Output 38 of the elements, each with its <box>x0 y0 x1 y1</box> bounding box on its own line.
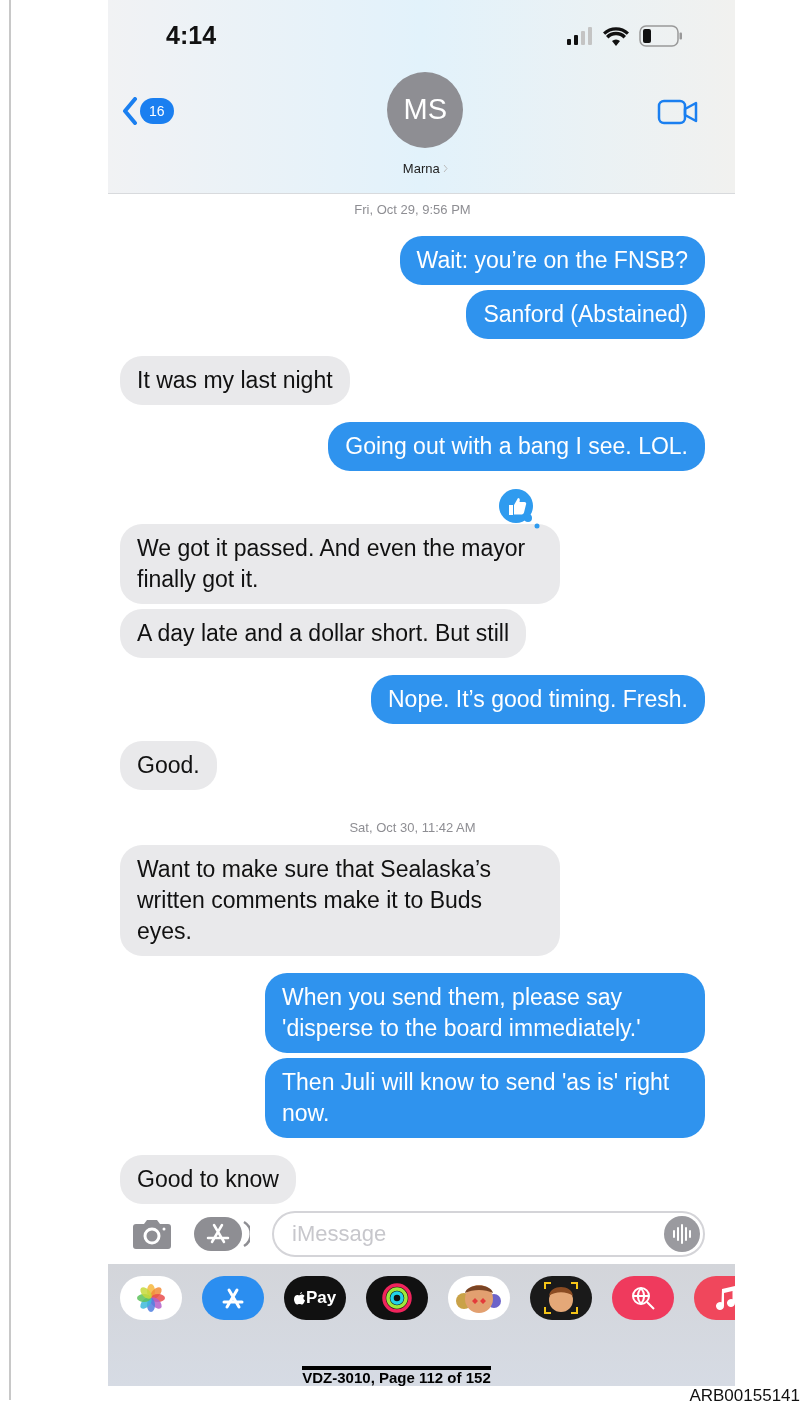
received-message-bubble: It was my last night <box>120 355 350 405</box>
sent-message-bubble: Going out with a bang I see. LOL. <box>328 421 705 471</box>
chevron-right-icon <box>442 164 448 174</box>
figure-camera-icon[interactable] <box>530 1276 592 1320</box>
activity-rings-icon[interactable] <box>366 1276 428 1320</box>
sent-message-bubble: Then Juli will know to send 'as is' right now. <box>265 1058 705 1138</box>
received-message-bubble: A day late and a dollar short. But still <box>120 608 527 658</box>
sticker-figure-icon[interactable] <box>448 1276 510 1320</box>
sent-message-bubble: Wait: you’re on the FNSB? <box>399 235 705 285</box>
received-message-bubble: Good. <box>120 740 217 790</box>
sent-message-bubble: Nope. It’s good timing. Fresh. <box>371 674 705 724</box>
sent-message-bubble: Sanford (Abstained) <box>466 289 705 339</box>
wifi-icon <box>603 26 629 46</box>
video-call-icon[interactable] <box>657 98 699 126</box>
received-message-bubble: We got it passed. And even the mayor finally got it. <box>120 523 560 604</box>
timestamp: Sat, Oct 30, 11:42 AM <box>349 818 476 837</box>
unread-count-badge: 16 <box>140 98 174 124</box>
contact-name[interactable]: Marna <box>402 159 448 179</box>
bates-number: ARB00155141 <box>689 1386 800 1406</box>
back-button[interactable]: 16 <box>122 97 174 125</box>
message-input-field[interactable]: iMessage <box>272 1211 705 1257</box>
globe-search-icon[interactable] <box>612 1276 674 1320</box>
app-store-icon[interactable] <box>202 1276 264 1320</box>
received-message-bubble: Good to know <box>120 1155 296 1204</box>
signal-icon <box>567 27 593 45</box>
photos-app-icon[interactable] <box>120 1276 182 1320</box>
received-message-bubble: Want to make sure that Sealaska’s written comments make it to Buds eyes. <box>120 845 560 956</box>
status-time: 4:14 <box>166 20 217 52</box>
camera-icon[interactable] <box>132 1218 172 1250</box>
app-store-icon[interactable] <box>194 1216 250 1252</box>
apple-pay-button[interactable]: Pay <box>284 1276 346 1320</box>
sent-message-bubble: When you send them, please say 'disperse to the board immediately.' <box>265 973 705 1053</box>
chevron-left-icon <box>122 97 138 125</box>
apple-icon <box>293 1291 305 1305</box>
timestamp: Fri, Oct 29, 9:56 PM <box>354 201 471 219</box>
page-stamp: VDZ-3010, Page 112 of 152 <box>302 1366 491 1386</box>
battery-icon <box>639 25 683 47</box>
audio-waveform-icon[interactable] <box>664 1216 700 1252</box>
